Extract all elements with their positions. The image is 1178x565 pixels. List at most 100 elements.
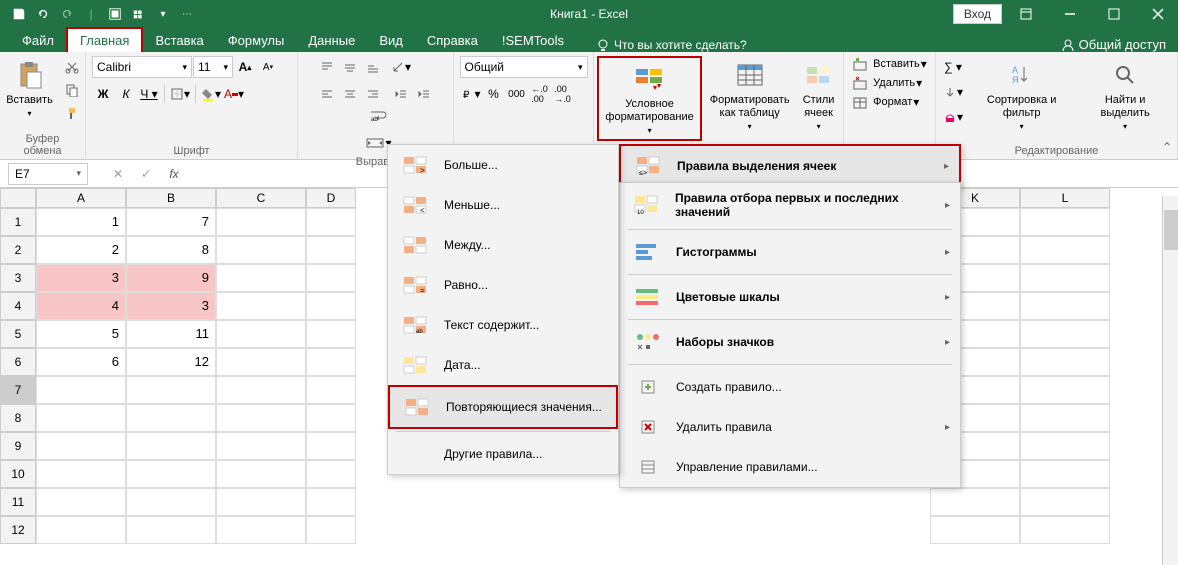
increase-font-icon[interactable]: A▴ (234, 56, 256, 78)
row-header[interactable]: 8 (0, 404, 36, 432)
italic-icon[interactable]: К (115, 83, 137, 105)
cell[interactable] (1020, 208, 1110, 236)
row-header[interactable]: 7 (0, 376, 36, 404)
cell[interactable] (306, 432, 356, 460)
cell[interactable] (216, 208, 306, 236)
conditional-format-button[interactable]: Условное форматирование ▾ (601, 60, 697, 137)
cell[interactable]: 2 (36, 236, 126, 264)
tell-me-input[interactable]: Что вы хотите сделать? (596, 38, 747, 52)
paste-button[interactable]: Вставить ▾ (2, 56, 57, 120)
col-header-a[interactable]: A (36, 188, 126, 208)
delete-cells-button[interactable]: Удалить ▾ (852, 75, 927, 91)
cell[interactable] (216, 488, 306, 516)
align-right-icon[interactable] (362, 83, 384, 105)
cell[interactable] (216, 432, 306, 460)
cell[interactable] (1020, 488, 1110, 516)
cell[interactable] (930, 488, 1020, 516)
cell[interactable] (930, 516, 1020, 544)
font-name-combo[interactable]: Calibri▾ (92, 56, 192, 78)
save-icon[interactable] (8, 3, 30, 25)
tab-home[interactable]: Главная (66, 27, 143, 52)
redo-icon[interactable] (56, 3, 78, 25)
menu-color-scales[interactable]: Цветовые шкалы ▸ (620, 277, 960, 317)
insert-cells-button[interactable]: Вставить ▾ (852, 56, 927, 72)
scrollbar-thumb[interactable] (1164, 210, 1178, 250)
font-size-combo[interactable]: 11▾ (193, 56, 233, 78)
qat-item-icon[interactable] (104, 3, 126, 25)
maximize-icon[interactable] (1094, 0, 1134, 28)
enter-formula-icon[interactable]: ✓ (136, 167, 156, 181)
align-bottom-icon[interactable] (362, 56, 384, 78)
col-header-l[interactable]: L (1020, 188, 1110, 208)
underline-icon[interactable]: Ч ▾ (138, 83, 160, 105)
menu-date[interactable]: Дата... (388, 345, 618, 385)
menu-other-rules[interactable]: Другие правила... (388, 434, 618, 474)
cell[interactable] (216, 264, 306, 292)
cell[interactable] (1020, 320, 1110, 348)
fill-color-icon[interactable]: ▾ (200, 83, 222, 105)
autosum-icon[interactable]: ∑ ▾ (942, 56, 964, 78)
tab-help[interactable]: Справка (415, 29, 490, 52)
cell[interactable] (1020, 236, 1110, 264)
cell[interactable] (306, 208, 356, 236)
cell[interactable]: 3 (126, 292, 216, 320)
ribbon-collapse-icon[interactable]: ⌃ (1162, 140, 1172, 154)
cell[interactable] (36, 460, 126, 488)
row-header[interactable]: 11 (0, 488, 36, 516)
cell[interactable] (36, 432, 126, 460)
cell[interactable] (216, 460, 306, 488)
cell[interactable] (216, 404, 306, 432)
cell[interactable]: 11 (126, 320, 216, 348)
menu-between[interactable]: Между... (388, 225, 618, 265)
ribbon-options-icon[interactable] (1006, 0, 1046, 28)
tab-data[interactable]: Данные (296, 29, 367, 52)
row-header[interactable]: 2 (0, 236, 36, 264)
cell[interactable]: 4 (36, 292, 126, 320)
cell[interactable] (1020, 516, 1110, 544)
col-header-d[interactable]: D (306, 188, 356, 208)
format-table-button[interactable]: Форматировать как таблицу ▾ (706, 56, 794, 133)
row-header[interactable]: 1 (0, 208, 36, 236)
cell[interactable]: 12 (126, 348, 216, 376)
clear-icon[interactable]: ▾ (942, 106, 964, 128)
undo-icon[interactable] (32, 3, 54, 25)
cell[interactable]: 8 (126, 236, 216, 264)
menu-top-bottom[interactable]: 10 Правила отбора первых и последних зна… (620, 183, 960, 227)
align-top-icon[interactable] (316, 56, 338, 78)
select-all-corner[interactable] (0, 188, 36, 208)
cell[interactable] (216, 320, 306, 348)
cell[interactable]: 1 (36, 208, 126, 236)
wrap-text-icon[interactable]: ab (362, 105, 396, 127)
tab-formulas[interactable]: Формулы (216, 29, 297, 52)
cell[interactable] (36, 516, 126, 544)
cell[interactable] (216, 348, 306, 376)
col-header-c[interactable]: C (216, 188, 306, 208)
decrease-font-icon[interactable]: A▾ (257, 56, 279, 78)
sort-filter-button[interactable]: AЯ Сортировка и фильтр▾ (968, 56, 1075, 133)
menu-less[interactable]: <Меньше... (388, 185, 618, 225)
cell[interactable] (126, 432, 216, 460)
cell[interactable] (306, 376, 356, 404)
cell[interactable] (126, 376, 216, 404)
comma-icon[interactable]: 000 (506, 83, 528, 105)
menu-equal[interactable]: =Равно... (388, 265, 618, 305)
cell[interactable] (126, 516, 216, 544)
cell[interactable] (306, 488, 356, 516)
font-color-icon[interactable]: A▾ (223, 83, 245, 105)
qat-more-icon[interactable]: ⋯ (176, 3, 198, 25)
bold-icon[interactable]: Ж (92, 83, 114, 105)
row-header[interactable]: 9 (0, 432, 36, 460)
decrease-indent-icon[interactable] (390, 83, 412, 105)
cell[interactable] (126, 488, 216, 516)
cell[interactable] (1020, 376, 1110, 404)
menu-manage-rules[interactable]: Управление правилами... (620, 447, 960, 487)
align-center-icon[interactable] (339, 83, 361, 105)
cell[interactable]: 6 (36, 348, 126, 376)
cell[interactable]: 7 (126, 208, 216, 236)
menu-text-contains[interactable]: abТекст содержит... (388, 305, 618, 345)
cell[interactable] (306, 236, 356, 264)
cell[interactable] (1020, 264, 1110, 292)
cell[interactable]: 5 (36, 320, 126, 348)
fx-icon[interactable]: fx (164, 167, 184, 181)
number-format-combo[interactable]: Общий▾ (460, 56, 588, 78)
